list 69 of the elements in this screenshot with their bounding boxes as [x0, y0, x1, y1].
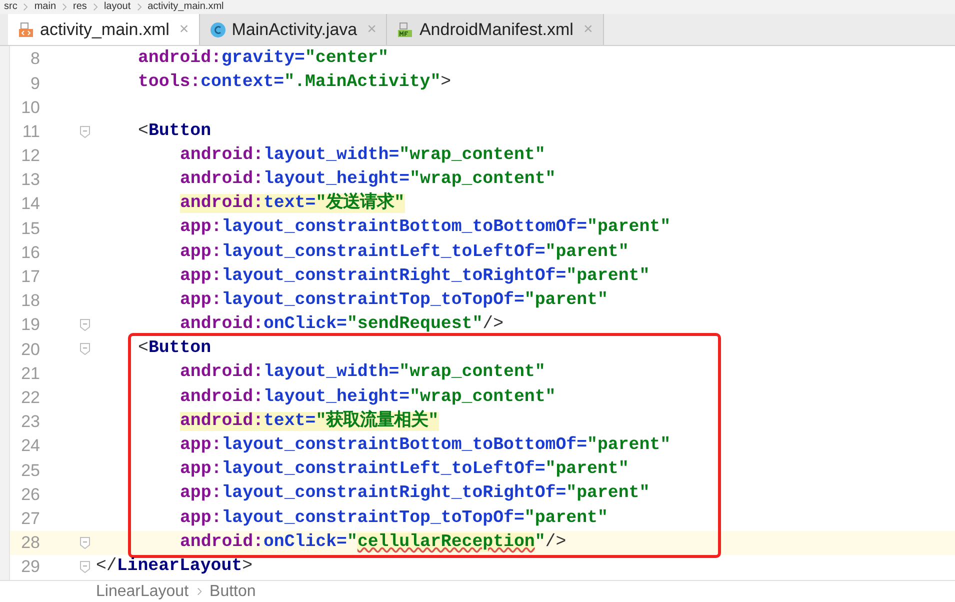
- fold-marker-icon[interactable]: [80, 536, 90, 549]
- code-line: app:layout_constraintTop_toTopOf="parent": [180, 508, 608, 528]
- manifest-file-icon: [397, 22, 414, 38]
- line-number: 24: [20, 435, 40, 458]
- line-number: 22: [20, 386, 40, 409]
- line-number: 19: [20, 314, 40, 336]
- path-segment[interactable]: activity_main.xml: [148, 2, 224, 12]
- line-number: 9: [30, 72, 40, 95]
- fold-marker-icon[interactable]: [80, 126, 90, 138]
- fold-marker-icon[interactable]: [80, 343, 90, 356]
- code-line: android:layout_height="wrap_content": [180, 170, 556, 189]
- line-number: 26: [20, 484, 40, 506]
- code-line: android:text="获取流量相关": [180, 412, 439, 431]
- code-line: <Button: [138, 339, 212, 358]
- code-line: app:layout_constraintTop_toTopOf="parent": [180, 290, 608, 310]
- code-line: </LinearLayout>: [96, 556, 253, 576]
- chevron-icon: [62, 3, 68, 11]
- code-line: android:onClick="cellularReception"/>: [180, 532, 566, 552]
- line-number: 15: [20, 218, 40, 240]
- editor-tab[interactable]: MainActivity.java ×: [200, 14, 388, 45]
- chevron-icon: [196, 587, 202, 596]
- fold-marker-icon[interactable]: [80, 319, 90, 332]
- code-line: app:layout_constraintLeft_toLeftOf="parent": [180, 460, 629, 480]
- line-number: 13: [20, 169, 40, 192]
- tab-label: activity_main.xml: [40, 18, 170, 41]
- line-number: 10: [20, 96, 40, 119]
- chevron-icon: [136, 3, 142, 11]
- class-file-icon: [210, 22, 226, 38]
- line-number: 29: [20, 556, 40, 578]
- code-line: android:layout_height="wrap_content": [180, 388, 556, 407]
- code-line: android:layout_width="wrap_content": [180, 146, 546, 165]
- tab-label: MainActivity.java: [232, 18, 358, 41]
- line-number: 18: [20, 290, 40, 312]
- code-line: <Button: [138, 122, 212, 141]
- xml-file-icon: [18, 22, 34, 38]
- path-segment[interactable]: main: [34, 2, 56, 12]
- line-number: 20: [20, 338, 40, 361]
- path-segment[interactable]: layout: [104, 2, 131, 12]
- chevron-icon: [23, 3, 28, 11]
- code-line: app:layout_constraintLeft_toLeftOf="parent": [180, 242, 629, 262]
- line-number: 16: [20, 242, 40, 264]
- editor-tab[interactable]: AndroidManifest.xml ×: [387, 14, 604, 45]
- code-line: app:layout_constraintRight_toRightOf="parent": [180, 484, 650, 504]
- line-number: 8: [30, 48, 40, 70]
- code-line: android:layout_width="wrap_content": [180, 363, 546, 382]
- line-number: 28: [20, 532, 40, 554]
- chevron-icon: [92, 3, 98, 11]
- code-line: tools:context=".MainActivity">: [138, 73, 452, 92]
- path-segment[interactable]: src: [4, 2, 18, 12]
- line-number: 17: [20, 266, 40, 288]
- editor-tab[interactable]: activity_main.xml ×: [8, 14, 200, 45]
- code-line: android:onClick="sendRequest"/>: [180, 315, 504, 334]
- line-number: 14: [20, 193, 40, 216]
- line-number: 12: [20, 145, 40, 168]
- line-number: 25: [20, 460, 40, 482]
- code-line: app:layout_constraintBottom_toBottomOf="parent": [180, 436, 671, 456]
- code-line: android:gravity="center": [138, 49, 388, 68]
- code-line: android:text="发送请求": [180, 194, 405, 214]
- code-line: app:layout_constraintRight_toRightOf="parent": [180, 266, 650, 286]
- fold-marker-icon[interactable]: [80, 561, 90, 574]
- line-number: 11: [21, 120, 40, 143]
- tab-label: AndroidManifest.xml: [419, 18, 574, 41]
- structure-path-item[interactable]: Button: [210, 580, 256, 602]
- line-number: 27: [20, 508, 40, 530]
- structure-path-item[interactable]: LinearLayout: [96, 580, 189, 602]
- code-line: app:layout_constraintBottom_toBottomOf="parent": [180, 218, 671, 238]
- path-segment[interactable]: res: [73, 2, 87, 12]
- line-number: 21: [20, 362, 40, 385]
- line-number: 23: [20, 411, 40, 434]
